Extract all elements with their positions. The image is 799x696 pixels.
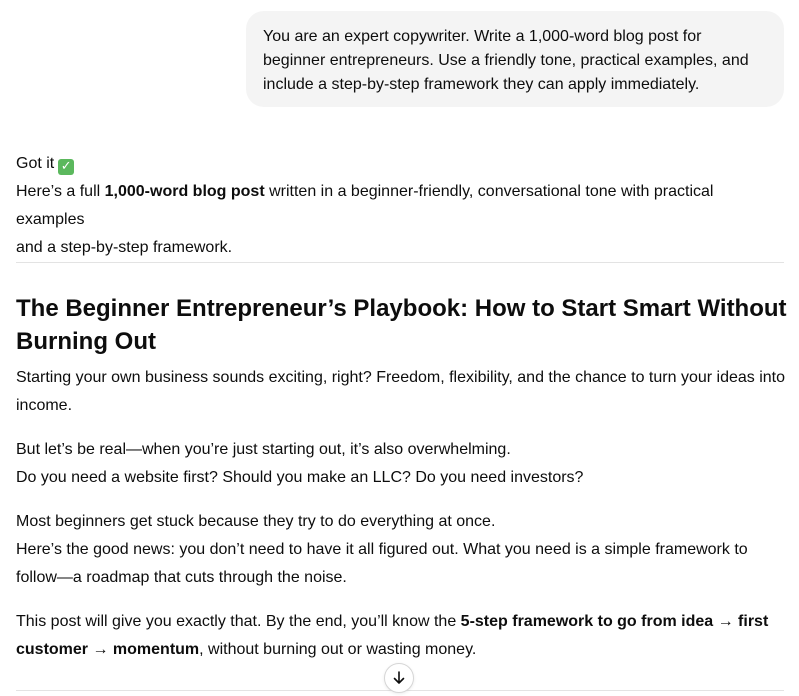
paragraph: Most beginners get stuck because they tr…	[16, 508, 788, 592]
paragraph-line: But let’s be real—when you’re just start…	[16, 441, 511, 458]
intro-text: Here’s a full	[16, 183, 105, 200]
paragraph: This post will give you exactly that. By…	[16, 608, 788, 664]
paragraph: But let’s be real—when you’re just start…	[16, 436, 788, 492]
paragraph: Starting your own business sounds exciti…	[16, 364, 788, 420]
title-line: The Beginner Entrepreneur’s Playbook: Ho…	[16, 295, 787, 322]
user-message-line: include a step-by-step framework they ca…	[263, 76, 700, 93]
paragraph-line: follow—a roadmap that cuts through the n…	[16, 569, 347, 586]
paragraph-bold-text: customer → momentum	[16, 641, 200, 658]
user-message-line: beginner entrepreneurs. Use a friendly t…	[263, 52, 749, 69]
assistant-intro-line: and a step-by-step framework.	[16, 239, 233, 256]
paragraph-text: , without burning out or wasting money.	[199, 641, 477, 658]
arrow-down-icon	[393, 671, 405, 684]
paragraph-line: Here’s the good news: you don’t need to …	[16, 541, 748, 558]
assistant-intro-line: Here’s a full 1,000-word blog post writt…	[16, 178, 786, 234]
scroll-to-bottom-button[interactable]	[384, 663, 414, 693]
blog-post-title: The Beginner Entrepreneur’s Playbook: Ho…	[16, 292, 788, 358]
check-mark-icon: ✓	[58, 159, 75, 175]
assistant-ack: Got it ✓	[16, 150, 786, 178]
paragraph-line: Starting your own business sounds exciti…	[16, 369, 786, 386]
title-line: Burning Out	[16, 328, 156, 355]
user-message-line: You are an expert copywriter. Write a 1,…	[263, 28, 702, 45]
paragraph-bold-text: 5-step framework to go from idea → first	[460, 613, 769, 630]
assistant-response-intro: Got it ✓ Here’s a full 1,000-word blog po…	[16, 150, 786, 262]
intro-bold-text: 1,000-word blog post	[104, 183, 265, 200]
paragraph-line: This post will give you exactly that. By…	[16, 608, 788, 636]
paragraph-line: Most beginners get stuck because they tr…	[16, 513, 496, 530]
section-divider	[16, 262, 784, 263]
paragraph-text: This post will give you exactly that. By…	[16, 613, 461, 630]
paragraph-line: customer → momentum, without burning out…	[16, 636, 788, 664]
got-it-text: Got it	[16, 155, 55, 172]
chat-thread: You are an expert copywriter. Write a 1,…	[0, 0, 799, 696]
paragraph-line: income.	[16, 397, 73, 414]
blog-post: The Beginner Entrepreneur’s Playbook: Ho…	[16, 292, 788, 680]
user-message-bubble: You are an expert copywriter. Write a 1,…	[246, 11, 784, 107]
paragraph-line: Do you need a website first? Should you …	[16, 469, 584, 486]
